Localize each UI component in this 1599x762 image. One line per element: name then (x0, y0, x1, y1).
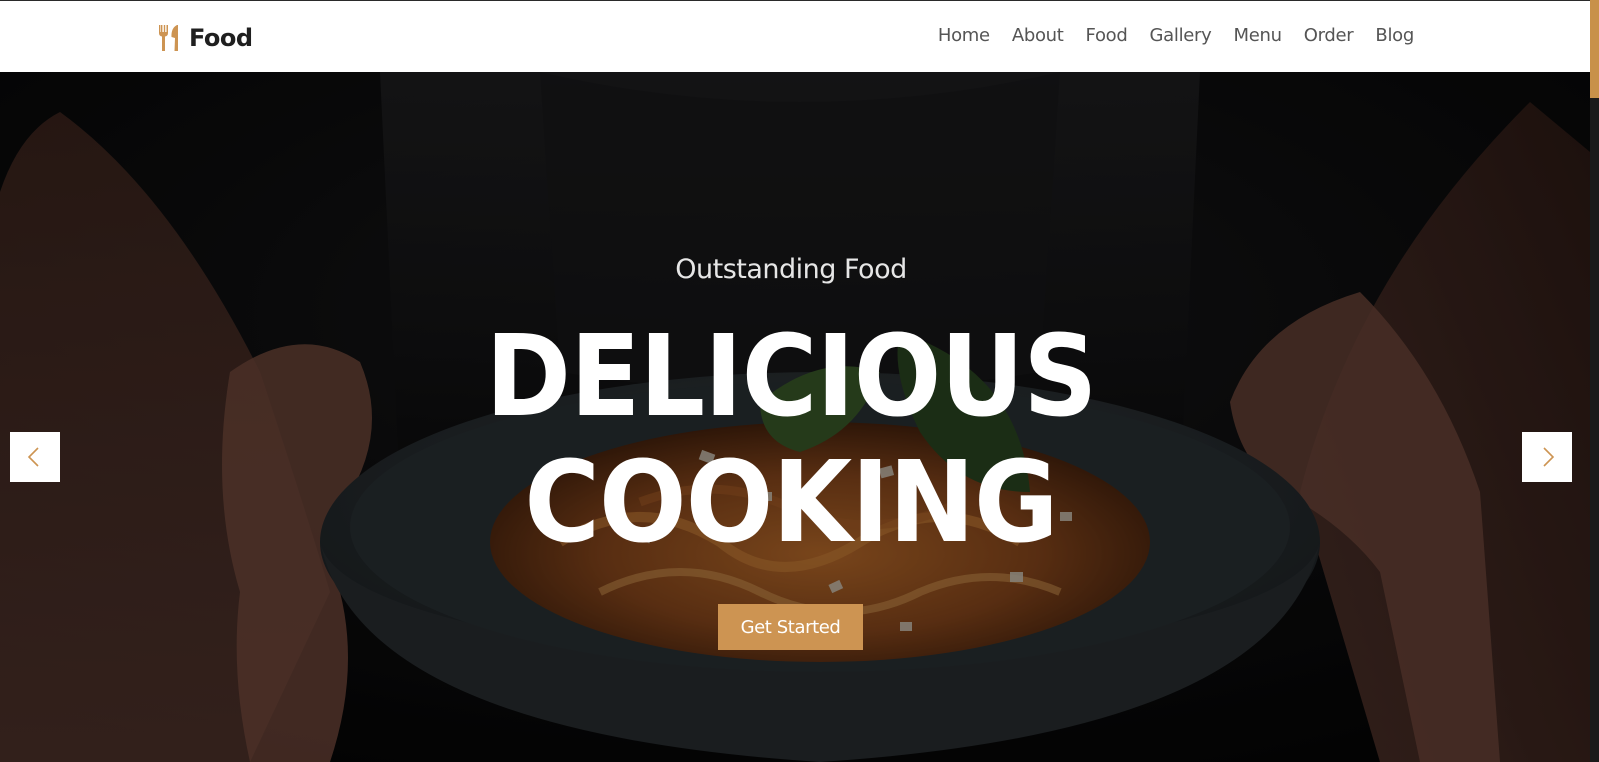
page-scrollbar[interactable] (1590, 0, 1599, 762)
chevron-right-icon (1543, 447, 1555, 467)
main-nav: Home About Food Gallery Menu Order Blog (938, 25, 1414, 46)
slider-prev-button[interactable] (10, 432, 60, 482)
nav-item-order[interactable]: Order (1304, 25, 1354, 46)
hero-title: DELICIOUS COOKING (63, 314, 1518, 566)
nav-item-about[interactable]: About (1012, 25, 1064, 46)
nav-item-gallery[interactable]: Gallery (1150, 25, 1212, 46)
nav-item-home[interactable]: Home (938, 25, 990, 46)
fork-knife-icon (159, 25, 178, 51)
get-started-button[interactable]: Get Started (718, 604, 863, 650)
page: Food Home About Food Gallery Menu Order … (0, 0, 1599, 762)
site-header: Food Home About Food Gallery Menu Order … (0, 0, 1590, 72)
nav-item-blog[interactable]: Blog (1375, 25, 1414, 46)
nav-item-food[interactable]: Food (1086, 25, 1128, 46)
brand-logo-link[interactable]: Food (157, 23, 253, 53)
nav-item-menu[interactable]: Menu (1234, 25, 1283, 46)
hero-title-line-2: COOKING (524, 438, 1058, 568)
chevron-left-icon (27, 447, 39, 467)
scrollbar-thumb[interactable] (1590, 0, 1599, 98)
hero-title-line-1: DELICIOUS (485, 312, 1097, 442)
brand-name: Food (189, 24, 253, 52)
slider-next-button[interactable] (1522, 432, 1572, 482)
hero-subtitle: Outstanding Food (675, 254, 907, 285)
hero-slider: Outstanding Food DELICIOUS COOKING Get S… (0, 72, 1590, 762)
